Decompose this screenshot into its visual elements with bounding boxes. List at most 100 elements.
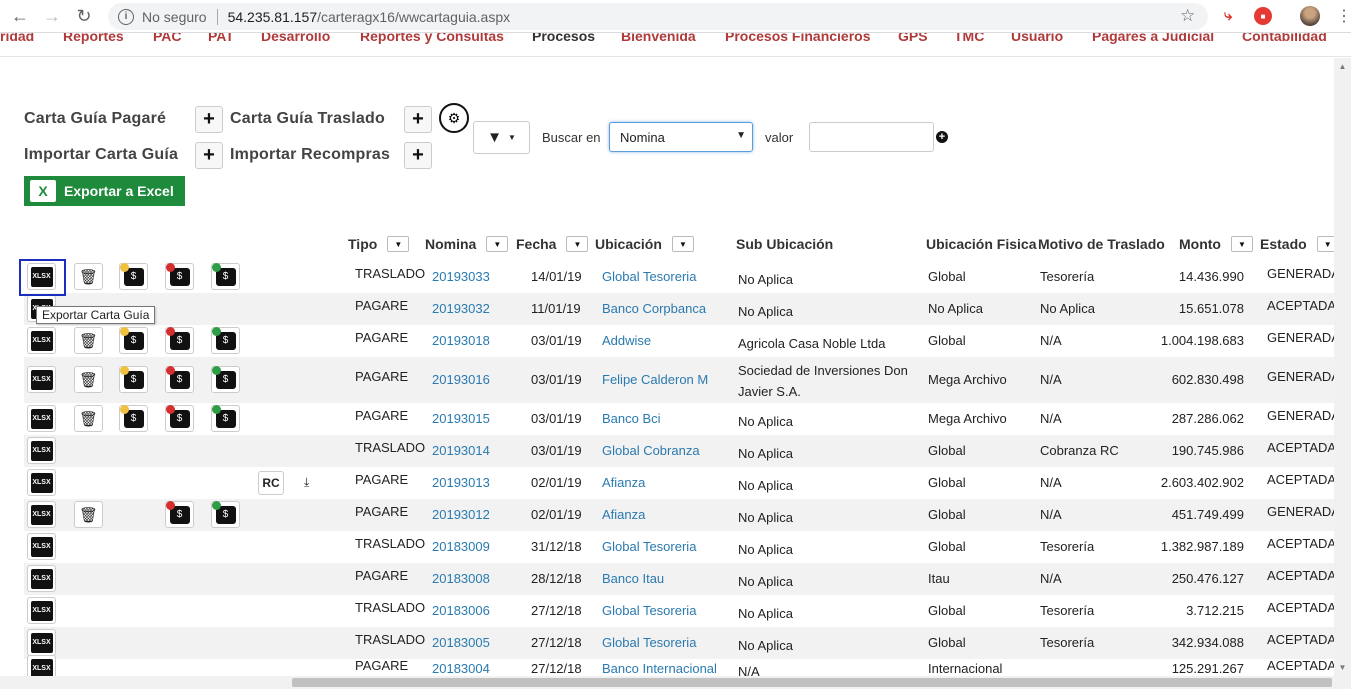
reload-icon[interactable]: ↻ xyxy=(69,1,99,31)
cell-nomina[interactable]: 20183004 xyxy=(432,661,490,676)
horizontal-scrollbar[interactable] xyxy=(0,676,1351,689)
money-add-button[interactable]: $ xyxy=(119,262,148,290)
menu-item[interactable]: Bienvenida xyxy=(621,33,696,44)
cell-nomina[interactable]: 20183005 xyxy=(432,635,490,650)
export-carta-guia-button[interactable]: XLSX xyxy=(27,501,56,528)
valor-input[interactable] xyxy=(809,122,934,152)
money-approve-button[interactable]: $ xyxy=(211,404,240,432)
money-remove-button[interactable]: $ xyxy=(165,365,194,393)
cell-nomina[interactable]: 20193012 xyxy=(432,507,490,522)
cell-nomina[interactable]: 20193014 xyxy=(432,443,490,458)
sort-dropdown-icon[interactable]: ▼ xyxy=(566,236,589,252)
sort-dropdown-icon[interactable]: ▼ xyxy=(486,236,509,252)
cell-ubicacion[interactable]: Addwise xyxy=(602,333,651,348)
cell-ubicacion[interactable]: Banco Internacional xyxy=(602,661,717,676)
cell-ubicacion[interactable]: Banco Bci xyxy=(602,411,661,426)
menu-item[interactable]: Procesos Financieros xyxy=(725,33,871,44)
export-carta-guia-button[interactable]: XLSX xyxy=(27,629,56,656)
rc-button[interactable]: RC xyxy=(258,471,284,495)
sort-dropdown-icon[interactable]: ▼ xyxy=(387,236,410,252)
export-carta-guia-button[interactable]: XLSX xyxy=(27,565,56,592)
cell-nomina[interactable]: 20193016 xyxy=(432,372,490,387)
add-filter-icon[interactable]: + xyxy=(936,131,948,143)
profile-avatar[interactable] xyxy=(1300,6,1320,26)
sort-dropdown-icon[interactable]: ▼ xyxy=(1230,236,1253,252)
cell-nomina[interactable]: 20193015 xyxy=(432,411,490,426)
cell-nomina[interactable]: 20183006 xyxy=(432,603,490,618)
scroll-down-icon[interactable]: ▼ xyxy=(1334,659,1351,676)
menu-item[interactable]: GPS xyxy=(898,33,928,44)
cell-ubicacion[interactable]: Afianza xyxy=(602,475,645,490)
cell-nomina[interactable]: 20193013 xyxy=(432,475,490,490)
address-bar[interactable]: i No seguro 54.235.81.157/carteragx16/ww… xyxy=(108,3,1208,30)
money-approve-button[interactable]: $ xyxy=(211,326,240,354)
money-approve-button[interactable]: $ xyxy=(211,262,240,290)
menu-item[interactable]: Reportes y Consultas xyxy=(360,33,504,44)
cell-ubicacion[interactable]: Global Tesoreria xyxy=(602,539,696,554)
sort-dropdown-icon[interactable]: ▼ xyxy=(671,236,694,252)
importar-recompras-button[interactable]: + xyxy=(404,142,432,169)
menu-item[interactable]: PAC xyxy=(153,33,182,44)
add-carta-traslado-button[interactable]: + xyxy=(404,106,432,133)
browser-menu-icon[interactable]: ⋮ xyxy=(1336,6,1351,26)
menu-item[interactable]: Contabilidad xyxy=(1242,33,1327,44)
menu-item[interactable]: Pagares a Judicial xyxy=(1092,33,1214,44)
cell-ubicacion[interactable]: Felipe Calderon M xyxy=(602,372,708,387)
filter-button[interactable]: ▼ ▼ xyxy=(473,121,530,154)
menu-item[interactable]: Desarrollo xyxy=(261,33,330,44)
export-carta-guia-button[interactable]: XLSX xyxy=(27,437,56,464)
menu-item[interactable]: TMC xyxy=(954,33,984,44)
horizontal-scroll-thumb[interactable] xyxy=(292,678,1332,687)
export-excel-button[interactable]: X Exportar a Excel xyxy=(24,176,185,206)
money-add-button[interactable]: $ xyxy=(119,404,148,432)
menu-item[interactable]: PAT xyxy=(208,33,234,44)
download-icon[interactable]: ⤓ xyxy=(304,475,309,490)
delete-button[interactable]: 🗑 xyxy=(74,366,103,393)
delete-button[interactable]: 🗑 xyxy=(74,501,103,528)
scroll-up-icon[interactable]: ▲ xyxy=(1334,58,1351,75)
money-remove-button[interactable]: $ xyxy=(165,326,194,354)
export-carta-guia-button[interactable]: XLSX xyxy=(27,405,56,432)
cell-nomina[interactable]: 20183009 xyxy=(432,539,490,554)
cell-nomina[interactable]: 20193033 xyxy=(432,269,490,284)
money-approve-button[interactable]: $ xyxy=(211,500,240,528)
cell-ubicacion[interactable]: Afianza xyxy=(602,507,645,522)
money-remove-button[interactable]: $ xyxy=(165,262,194,290)
cell-ubicacion[interactable]: Global Tesoreria xyxy=(602,603,696,618)
menu-item[interactable]: Reportes xyxy=(63,33,124,44)
extension-icon[interactable]: ■ xyxy=(1254,7,1272,25)
header-tipo[interactable]: Tipo ▼ xyxy=(348,236,410,252)
money-add-button[interactable]: $ xyxy=(119,326,148,354)
menu-item[interactable]: Procesos xyxy=(532,33,595,44)
menu-item[interactable]: ridad xyxy=(0,33,34,44)
add-carta-pagare-button[interactable]: + xyxy=(195,106,223,133)
export-carta-guia-button[interactable]: XLSX xyxy=(27,533,56,560)
export-carta-guia-button[interactable]: XLSX xyxy=(27,366,56,393)
money-approve-button[interactable]: $ xyxy=(211,365,240,393)
header-fecha[interactable]: Fecha ▼ xyxy=(516,236,589,252)
bookmark-star-icon[interactable]: ☆ xyxy=(1180,6,1195,26)
header-estado[interactable]: Estado ▼ xyxy=(1260,236,1339,252)
back-arrow-icon[interactable]: ← xyxy=(5,1,35,31)
menu-item[interactable]: Usuario xyxy=(1011,33,1063,44)
header-ubicacion[interactable]: Ubicación ▼ xyxy=(595,236,694,252)
cell-ubicacion[interactable]: Global Cobranza xyxy=(602,443,700,458)
importar-carta-button[interactable]: + xyxy=(195,142,223,169)
money-remove-button[interactable]: $ xyxy=(165,500,194,528)
export-carta-guia-button[interactable]: XLSX xyxy=(27,327,56,354)
pdf-extension-icon[interactable]: ⤷ xyxy=(1224,7,1242,25)
money-add-button[interactable]: $ xyxy=(119,365,148,393)
export-carta-guia-button[interactable]: XLSX xyxy=(27,597,56,624)
cell-nomina[interactable]: 20193032 xyxy=(432,301,490,316)
vertical-scrollbar[interactable]: ▲ ▼ xyxy=(1334,58,1351,676)
forward-arrow-icon[interactable]: → xyxy=(37,1,67,31)
grid-settings-icon[interactable]: ⚙ xyxy=(439,103,469,133)
cell-nomina[interactable]: 20193018 xyxy=(432,333,490,348)
delete-button[interactable]: 🗑 xyxy=(74,263,103,290)
export-carta-guia-button[interactable]: XLSX xyxy=(27,469,56,496)
buscar-en-select[interactable]: Nomina ▼ xyxy=(609,122,753,152)
header-nomina[interactable]: Nomina ▼ xyxy=(425,236,509,252)
header-monto[interactable]: Monto ▼ xyxy=(1179,236,1253,252)
delete-button[interactable]: 🗑 xyxy=(74,405,103,432)
cell-ubicacion[interactable]: Banco Itau xyxy=(602,571,664,586)
